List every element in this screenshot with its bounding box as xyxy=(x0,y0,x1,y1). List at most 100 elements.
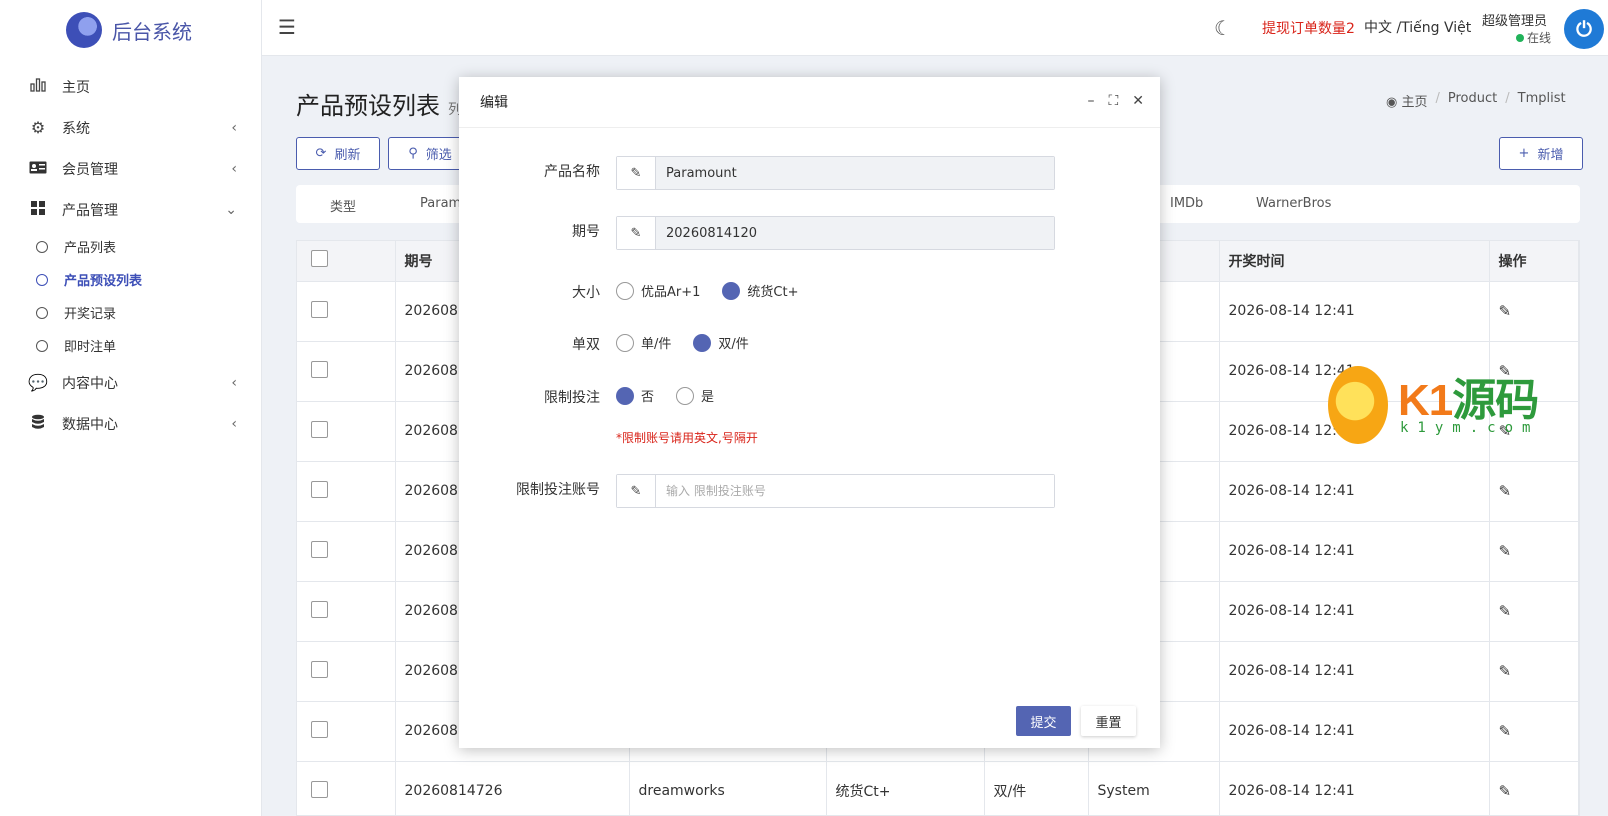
subitem-product-list[interactable]: 产品列表 xyxy=(0,230,261,263)
product-name-input[interactable] xyxy=(656,157,1054,189)
sidebar: 后台系统 主页 ⚙ 系统 ‹ 会员管理 ‹ 产品管理 ⌄ 产品列表 产品预设列表… xyxy=(0,0,262,816)
subitem-live-orders[interactable]: 即时注单 xyxy=(0,329,261,362)
limit-no-label[interactable]: 否 xyxy=(641,386,654,405)
app-title: 后台系统 xyxy=(112,19,192,44)
cell-draw-time: 2026-08-14 12:41 xyxy=(1219,460,1490,521)
limit-account-field[interactable]: ✎ xyxy=(616,474,1055,508)
row-checkbox[interactable] xyxy=(311,540,328,558)
breadcrumb-product[interactable]: Product xyxy=(1448,91,1497,110)
parity-option-2-label[interactable]: 双/件 xyxy=(718,333,748,352)
edit-icon[interactable]: ✎ xyxy=(1499,302,1512,320)
pencil-icon: ✎ xyxy=(617,217,656,249)
parity-radio-group: 单/件 双/件 xyxy=(616,333,771,352)
tab-warnerbros[interactable]: WarnerBros xyxy=(1256,196,1331,211)
limit-yes-label[interactable]: 是 xyxy=(701,386,714,405)
subitem-draw-records[interactable]: 开奖记录 xyxy=(0,296,261,329)
close-icon[interactable]: ✕ xyxy=(1132,93,1144,109)
sidebar-item-system[interactable]: ⚙ 系统 ‹ xyxy=(0,107,261,148)
cell-draw-time: 2026-08-14 12:41 xyxy=(1219,580,1490,641)
limit-yes-radio[interactable] xyxy=(676,386,695,405)
subitem-label: 产品列表 xyxy=(64,241,117,256)
withdraw-order-count[interactable]: 提现订单数量2 xyxy=(1262,18,1355,38)
row-checkbox[interactable] xyxy=(311,600,328,618)
row-checkbox[interactable] xyxy=(311,480,328,498)
edit-icon[interactable]: ✎ xyxy=(1499,602,1512,620)
refresh-button[interactable]: ⟳ 刷新 xyxy=(296,137,380,170)
size-option-1-label[interactable]: 优品Ar+1 xyxy=(641,281,700,300)
modal-controls: – ⛶ ✕ xyxy=(1087,93,1144,109)
cell-draw-time: 2026-08-14 12:41 xyxy=(1219,520,1490,581)
period-label: 期号 xyxy=(572,224,600,240)
chevron-left-icon: ‹ xyxy=(231,374,237,391)
pencil-icon: ✎ xyxy=(617,475,656,507)
minimize-icon[interactable]: – xyxy=(1087,93,1094,109)
row-checkbox[interactable] xyxy=(311,360,328,378)
period-field[interactable]: ✎ xyxy=(616,216,1055,250)
limit-no-radio[interactable] xyxy=(616,386,634,405)
period-input[interactable] xyxy=(656,217,1054,249)
sidebar-item-label: 系统 xyxy=(62,120,90,137)
tab-param[interactable]: Param xyxy=(420,196,461,211)
sidebar-item-products[interactable]: 产品管理 ⌄ xyxy=(0,189,261,230)
watermark-domain: k1ym.com xyxy=(1400,420,1540,436)
chevron-left-icon: ‹ xyxy=(231,119,237,136)
limit-account-label: 限制投注账号 xyxy=(516,482,600,498)
bar-chart-icon xyxy=(28,77,48,96)
edit-icon[interactable]: ✎ xyxy=(1499,662,1512,680)
gear-icon: ⚙ xyxy=(30,118,46,137)
cell-draw-time: 2026-08-14 12:41 xyxy=(1219,640,1490,701)
size-option-2-label[interactable]: 统货Ct+ xyxy=(747,281,798,300)
breadcrumb-separator: / xyxy=(1435,91,1440,106)
size-option-1-radio[interactable] xyxy=(616,281,634,300)
select-all-checkbox[interactable] xyxy=(311,250,328,268)
logo[interactable]: 后台系统 xyxy=(0,0,261,60)
add-button[interactable]: + 新增 xyxy=(1499,137,1583,170)
user-name[interactable]: 超级管理员 xyxy=(1482,10,1547,29)
sidebar-item-members[interactable]: 会员管理 ‹ xyxy=(0,148,261,189)
cell-size: 统货Ct+ xyxy=(826,760,985,815)
edit-icon[interactable]: ✎ xyxy=(1499,722,1512,740)
user-status: 在线 xyxy=(1516,29,1551,46)
reset-button[interactable]: 重置 xyxy=(1081,706,1136,736)
parity-option-2-radio[interactable] xyxy=(693,333,712,352)
breadcrumb-home[interactable]: ◉ 主页 xyxy=(1386,91,1428,110)
sidebar-item-content[interactable]: 💬 内容中心 ‹ xyxy=(0,362,261,403)
table-row: 20260814726 dreamworks 统货Ct+ 双/件 System … xyxy=(297,760,1579,815)
power-icon[interactable]: ⏻ xyxy=(1564,9,1604,49)
language-switch[interactable]: 中文 /Tiếng Việt xyxy=(1364,17,1471,37)
limit-bet-label: 限制投注 xyxy=(544,390,600,406)
cell-name: dreamworks xyxy=(629,760,827,815)
col-draw-time[interactable]: 开奖时间 xyxy=(1219,241,1490,281)
edit-icon[interactable]: ✎ xyxy=(1499,482,1512,500)
subitem-product-preset-list[interactable]: 产品预设列表 xyxy=(0,263,261,296)
edit-icon[interactable]: ✎ xyxy=(1499,782,1512,800)
limit-account-input[interactable] xyxy=(656,475,1054,507)
size-option-2-radio[interactable] xyxy=(722,281,741,300)
watermark-sun-icon xyxy=(1328,366,1388,444)
subitem-label: 产品预设列表 xyxy=(64,274,143,289)
sidebar-item-home[interactable]: 主页 xyxy=(0,66,261,107)
product-name-field[interactable]: ✎ xyxy=(616,156,1055,190)
parity-option-1-radio[interactable] xyxy=(616,333,634,352)
row-checkbox[interactable] xyxy=(311,660,328,678)
edit-icon[interactable]: ✎ xyxy=(1499,542,1512,560)
chevron-left-icon: ‹ xyxy=(231,415,237,432)
row-checkbox[interactable] xyxy=(311,300,328,318)
submit-button[interactable]: 提交 xyxy=(1016,706,1071,736)
modal-header: 编辑 – ⛶ ✕ xyxy=(459,77,1160,128)
menu-toggle-icon[interactable]: ☰ xyxy=(278,15,296,39)
row-checkbox[interactable] xyxy=(311,780,328,798)
refresh-icon: ⟳ xyxy=(315,146,327,161)
tab-imdb[interactable]: IMDb xyxy=(1170,196,1203,211)
sidebar-item-label: 内容中心 xyxy=(62,375,118,392)
row-checkbox[interactable] xyxy=(311,420,328,438)
moon-icon[interactable]: ☾ xyxy=(1214,16,1232,40)
tab-type[interactable]: 类型 xyxy=(330,196,356,215)
sidebar-item-data[interactable]: 数据中心 ‹ xyxy=(0,403,261,444)
maximize-icon[interactable]: ⛶ xyxy=(1108,93,1118,109)
row-checkbox[interactable] xyxy=(311,720,328,738)
breadcrumb: ◉ 主页 / Product / Tmplist xyxy=(1386,91,1566,110)
cell-draw-time: 2026-08-14 12:41 xyxy=(1219,700,1490,761)
parity-option-1-label[interactable]: 单/件 xyxy=(641,333,671,352)
cell-source: System xyxy=(1088,760,1220,815)
